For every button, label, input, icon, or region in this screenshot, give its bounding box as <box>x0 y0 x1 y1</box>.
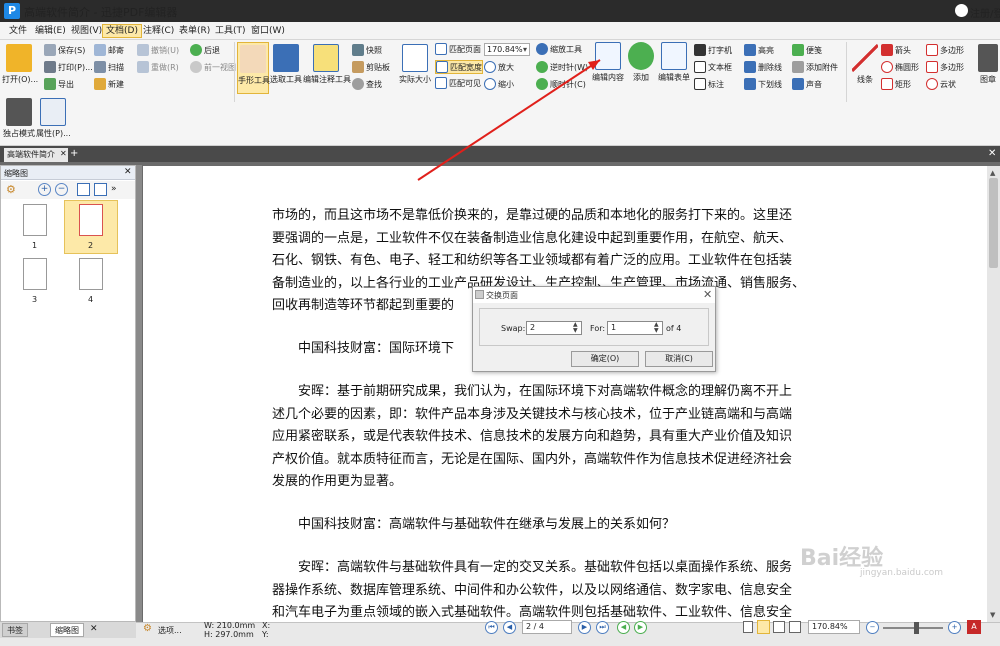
page-width-readout: W: 210.0mm <box>204 621 256 630</box>
cursor-y-readout: Y: <box>262 630 269 639</box>
zoom-level-input[interactable]: 170.84% <box>808 620 860 634</box>
back-view-icon[interactable]: ◀ <box>617 621 630 634</box>
facing-pages-icon[interactable] <box>773 621 785 633</box>
page-number-input[interactable]: 2 / 4 <box>522 620 572 634</box>
previous-page-icon[interactable]: ◀ <box>503 621 516 634</box>
gear-icon[interactable]: ⚙ <box>143 623 152 634</box>
page-height-readout: H: 297.0mm <box>204 630 254 639</box>
last-page-icon[interactable]: ⏭ <box>596 621 609 634</box>
forward-view-icon[interactable]: ▶ <box>634 621 647 634</box>
tab-bookmarks[interactable]: 书签 <box>2 623 28 637</box>
zoom-slider-handle[interactable] <box>914 622 919 634</box>
zoom-slider[interactable] <box>883 627 943 629</box>
options-button[interactable]: 选项... <box>158 625 182 636</box>
zoom-in-icon[interactable]: + <box>948 621 961 634</box>
single-page-icon[interactable] <box>743 621 753 633</box>
close-icon[interactable]: ✕ <box>90 624 98 634</box>
first-page-icon[interactable]: ⏮ <box>485 621 498 634</box>
tab-thumbnails[interactable]: 缩略图 <box>50 623 84 637</box>
red-arrow-annotation <box>417 59 601 181</box>
next-page-icon[interactable]: ▶ <box>578 621 591 634</box>
continuous-page-icon[interactable] <box>757 620 770 634</box>
zoom-out-icon[interactable]: − <box>866 621 879 634</box>
continuous-facing-icon[interactable] <box>789 621 801 633</box>
cursor-x-readout: X: <box>262 621 271 630</box>
acrobat-icon[interactable]: A <box>967 620 981 634</box>
